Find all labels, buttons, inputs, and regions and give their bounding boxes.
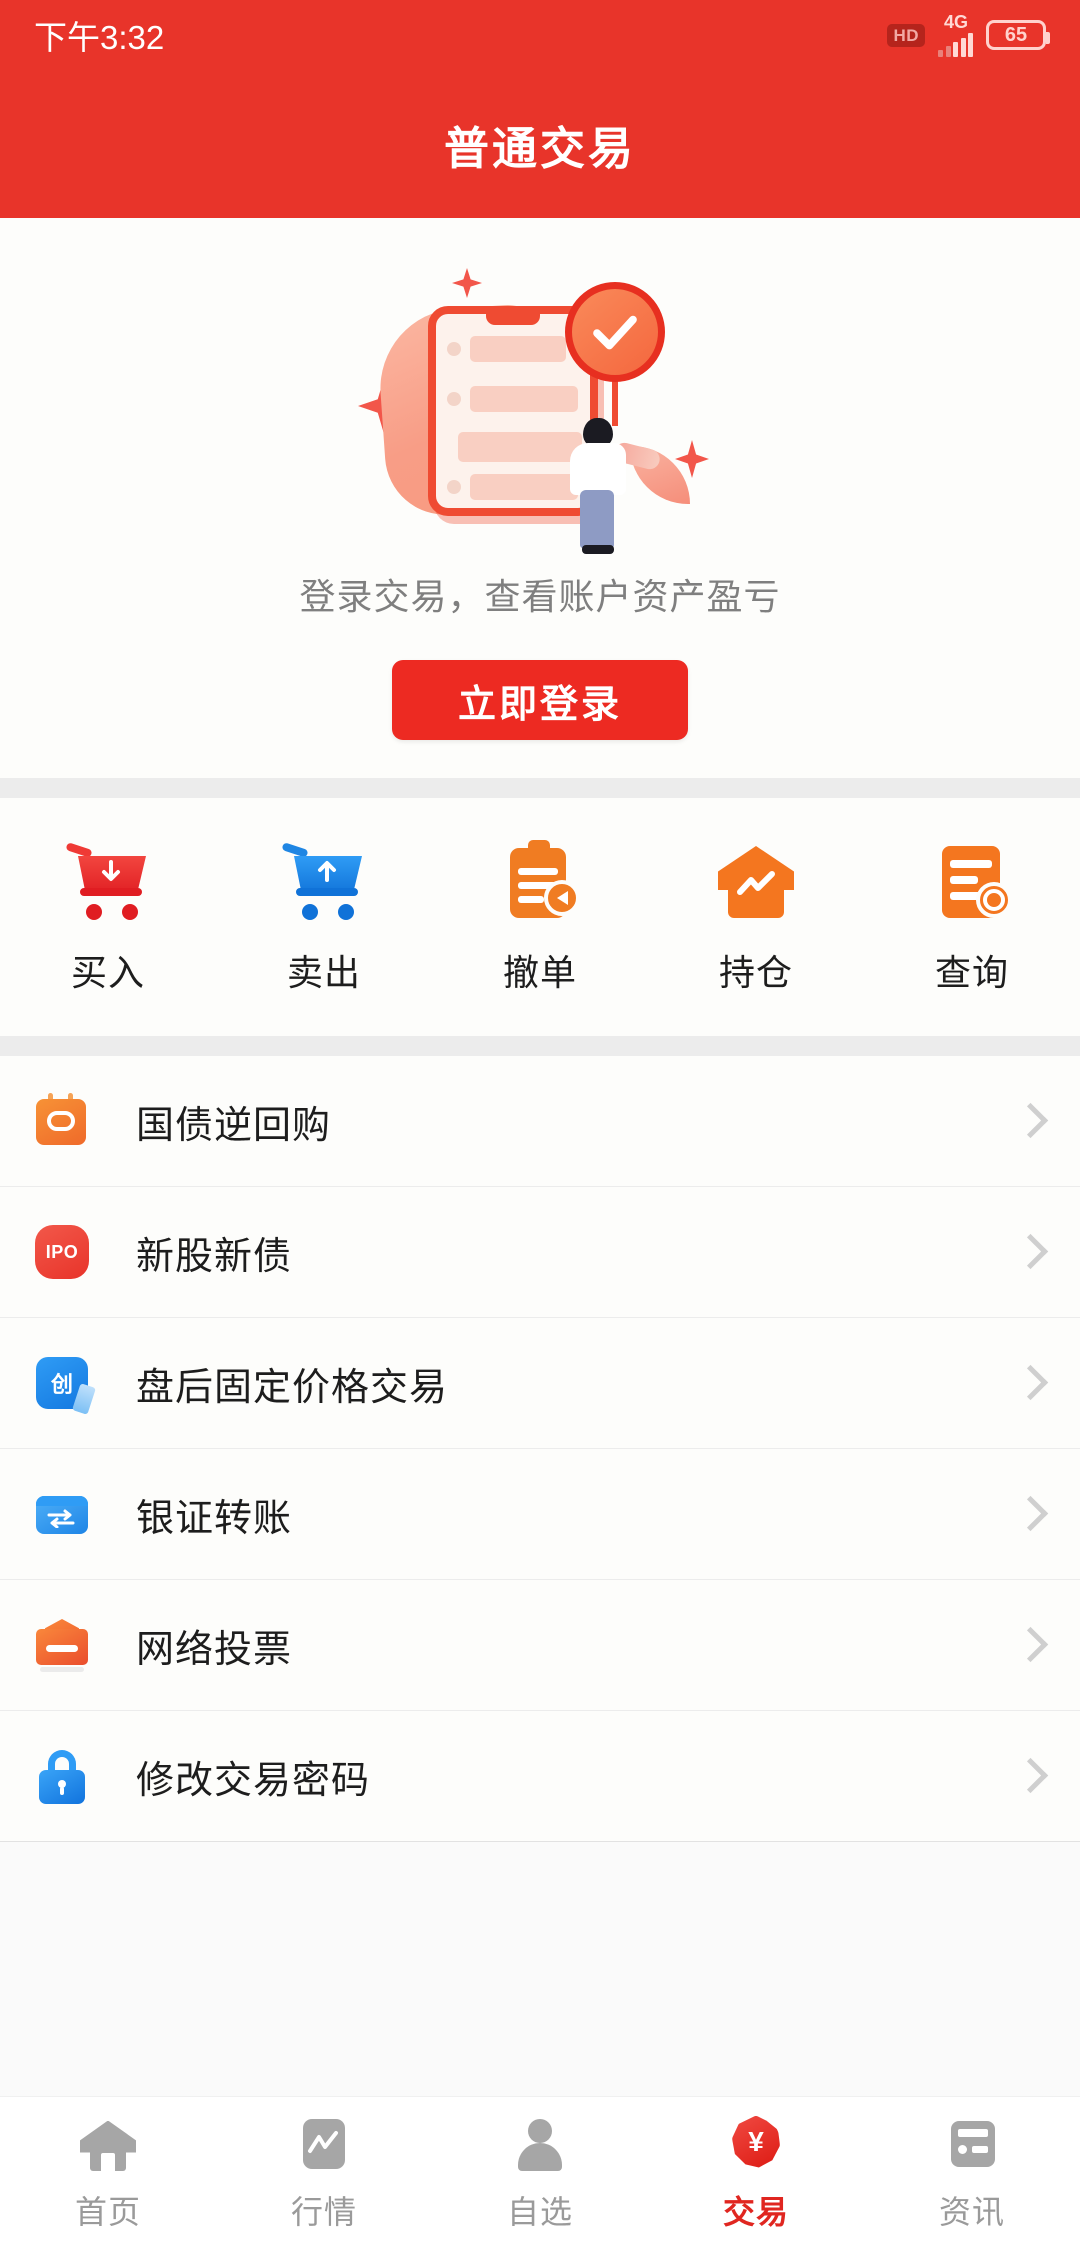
nav-item-label: 自选	[506, 2193, 573, 2230]
chevron-right-icon	[1012, 1759, 1046, 1793]
login-card: 登录交易，查看账户资产盈亏 立即登录	[0, 218, 1080, 778]
section-divider	[0, 778, 1080, 798]
after-hours-icon: 创	[34, 1355, 96, 1415]
chevron-right-icon	[1012, 1366, 1046, 1400]
list-bar	[458, 432, 582, 462]
nav-item-label: 资讯	[938, 2193, 1005, 2230]
menu-item-change-password[interactable]: 修改交易密码	[0, 1711, 1080, 1842]
page-title: 普通交易	[443, 122, 636, 174]
page-header: 普通交易	[0, 70, 1080, 218]
bank-transfer-icon	[34, 1486, 90, 1542]
signal-bars-icon	[938, 33, 973, 57]
status-bar-time: 下午3:32	[34, 19, 165, 56]
chevron-right-icon	[1012, 1628, 1046, 1662]
status-bar: 下午3:32 HD 4G 65	[0, 0, 1080, 70]
app-screen: 下午3:32 HD 4G 65 普通交易 登录交易，查看账户资产盈亏 立即登录 …	[0, 0, 1080, 2248]
menu-item-label: 网络投票	[136, 1628, 293, 1671]
menu-item-label: 盘后固定价格交易	[136, 1366, 449, 1409]
repo-calendar-icon	[34, 1093, 90, 1149]
person-legs	[580, 490, 614, 554]
menu-item-label: 修改交易密码	[136, 1759, 371, 1802]
battery-level-label: 65	[1004, 24, 1028, 46]
chevron-right-icon	[1012, 1104, 1046, 1138]
yuan-coin-icon: ¥	[725, 2113, 787, 2175]
sparkle-icon	[452, 268, 482, 298]
quick-action-sell[interactable]: 卖出	[216, 838, 432, 996]
badge-stem	[612, 378, 618, 426]
cart-up-icon	[281, 838, 366, 922]
nav-item-news[interactable]: 资讯	[864, 2113, 1080, 2233]
quick-action-label: 持仓	[718, 952, 793, 993]
chevron-right-icon	[1012, 1497, 1046, 1531]
list-dot	[447, 480, 461, 494]
nav-item-label: 首页	[74, 2193, 141, 2230]
login-illustration	[330, 250, 750, 554]
menu-item-after-hours-trading[interactable]: 创 盘后固定价格交易	[0, 1318, 1080, 1449]
menu-item-online-voting[interactable]: 网络投票	[0, 1580, 1080, 1711]
menu-item-treasury-repo[interactable]: 国债逆回购	[0, 1056, 1080, 1187]
quick-actions-bar: 买入 卖出 撤单 持仓 查询	[0, 798, 1080, 1036]
quote-chart-icon	[293, 2113, 355, 2175]
quick-action-query[interactable]: 查询	[864, 838, 1080, 996]
menu-item-bank-transfer[interactable]: 银证转账	[0, 1449, 1080, 1580]
yuan-symbol: ¥	[748, 2125, 764, 2157]
list-bar	[470, 336, 566, 362]
ipo-badge-text: IPO	[45, 1241, 79, 1262]
menu-item-label: 银证转账	[136, 1497, 293, 1540]
quick-action-cancel-order[interactable]: 撤单	[432, 838, 648, 996]
list-bar	[470, 474, 578, 500]
home-icon	[77, 2113, 139, 2175]
phone-notch	[486, 313, 540, 325]
list-bar	[470, 386, 578, 412]
login-button[interactable]: 立即登录	[392, 660, 688, 740]
quick-action-label: 查询	[934, 952, 1009, 993]
chevron-right-icon	[1012, 1235, 1046, 1269]
menu-item-new-issues[interactable]: IPO 新股新债	[0, 1187, 1080, 1318]
document-search-icon	[930, 838, 1014, 922]
news-icon	[941, 2113, 1003, 2175]
hd-icon: HD	[887, 23, 925, 47]
nav-item-label: 行情	[290, 2193, 357, 2230]
person-icon	[509, 2113, 571, 2175]
vote-box-icon	[34, 1617, 90, 1673]
login-subtitle: 登录交易，查看账户资产盈亏	[299, 576, 781, 617]
menu-item-label: 国债逆回购	[136, 1104, 332, 1147]
battery-icon: 65	[986, 20, 1050, 50]
quick-action-holdings[interactable]: 持仓	[648, 838, 864, 996]
clipboard-cancel-icon	[498, 838, 582, 922]
list-dot	[447, 342, 461, 356]
ipo-badge-icon: IPO	[34, 1224, 90, 1280]
house-chart-icon	[714, 838, 798, 922]
quick-action-label: 买入	[70, 952, 145, 993]
bottom-navigation: 首页 行情 自选 ¥ 交易 资讯	[0, 2096, 1080, 2248]
status-bar-indicators: HD 4G 65	[887, 13, 1050, 57]
quick-action-label: 撤单	[502, 952, 577, 993]
cart-down-icon	[65, 838, 150, 922]
nav-item-quotes[interactable]: 行情	[216, 2113, 432, 2233]
quick-action-label: 卖出	[286, 952, 361, 993]
nav-item-label: 交易	[722, 2193, 789, 2230]
section-divider	[0, 1036, 1080, 1056]
network-type-label: 4G	[944, 12, 969, 32]
after-hours-badge-text: 创	[50, 1372, 73, 1397]
quick-action-buy[interactable]: 买入	[0, 838, 216, 996]
check-badge-icon	[565, 282, 665, 382]
nav-item-watchlist[interactable]: 自选	[432, 2113, 648, 2233]
signal-icon: 4G	[938, 13, 973, 57]
list-dot	[447, 392, 461, 406]
nav-item-home[interactable]: 首页	[0, 2113, 216, 2233]
nav-item-trade[interactable]: ¥ 交易	[648, 2113, 864, 2233]
lock-icon	[34, 1748, 90, 1804]
person-body	[570, 443, 626, 495]
menu-item-label: 新股新债	[136, 1235, 293, 1278]
menu-list: 国债逆回购 IPO 新股新债 创 盘后固定价格交易 银证转账 网络投票 修改交易…	[0, 1056, 1080, 1842]
